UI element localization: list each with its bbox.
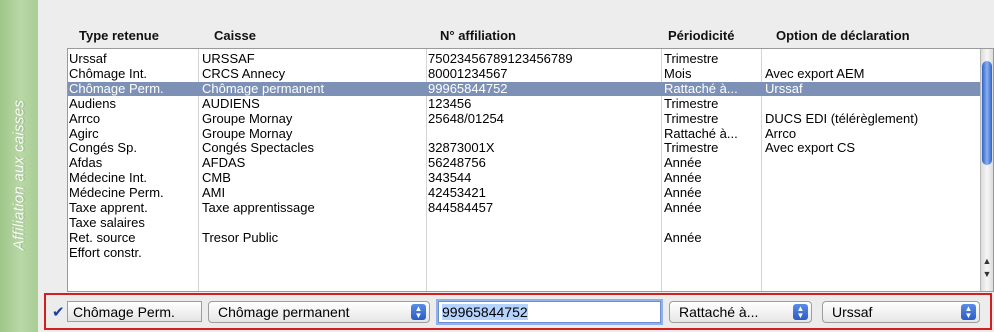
cell-periodicite: Année xyxy=(664,156,702,171)
cell-affiliation: 99965844752 xyxy=(428,81,508,96)
affiliation-panel: Type retenue Caisse N° affiliation Pério… xyxy=(38,0,994,332)
cell-periodicite: Rattaché à... xyxy=(664,126,738,141)
column-header-affiliation[interactable]: N° affiliation xyxy=(440,28,516,43)
stepper-arrows-icon: ▲ ▼ xyxy=(793,304,808,320)
cell-periodicite: Année xyxy=(664,171,702,186)
type-retenue-label: Chômage Perm. xyxy=(67,301,202,322)
cell-type: Congés Sp. xyxy=(69,141,137,156)
cell-affiliation: 343544 xyxy=(428,171,472,186)
cell-option: DUCS EDI (télérèglement) xyxy=(765,111,919,126)
option-popup-value: Urssaf xyxy=(832,304,873,320)
cell-periodicite: Année xyxy=(664,201,702,215)
cell-type: Médecine Int. xyxy=(69,171,148,186)
cell-caisse: Taxe apprentissage xyxy=(202,201,315,215)
table-row[interactable]: Agirc Groupe Mornay Rattaché à... Arrco xyxy=(68,127,980,141)
cell-caisse: CMB xyxy=(202,171,231,186)
table-row[interactable]: Médecine Perm. AMI 42453421 Année xyxy=(68,186,980,200)
cell-periodicite: Trimestre xyxy=(664,96,719,111)
cell-periodicite: Trimestre xyxy=(664,52,719,66)
table-row[interactable]: Arrco Groupe Mornay 25648/01254 Trimestre DU… xyxy=(68,112,980,126)
side-tab-affiliation[interactable]: Affiliation aux caisses xyxy=(0,0,39,332)
column-header-option[interactable]: Option de déclaration xyxy=(776,28,910,43)
cell-periodicite: Année xyxy=(664,230,702,245)
affiliation-input-value: 99965844752 xyxy=(442,304,528,320)
cell-caisse: AFDAS xyxy=(202,156,246,171)
table-header: Type retenue Caisse N° affiliation Pério… xyxy=(38,22,994,48)
table-row-selected[interactable]: Chômage Perm. Chômage permanent 9996584475… xyxy=(68,81,980,96)
cell-type: Taxe apprent. xyxy=(69,201,148,215)
table-row[interactable]: Audiens AUDIENS 123456 Trimestre xyxy=(68,97,980,111)
cell-type: Afdas xyxy=(69,156,103,171)
cell-affiliation: 123456 xyxy=(428,96,472,111)
cell-caisse: AUDIENS xyxy=(202,96,260,111)
checkmark-icon[interactable]: ✔ xyxy=(52,303,65,321)
cell-type: Effort constr. xyxy=(69,245,142,260)
scroll-down-arrow-icon[interactable]: ▼ xyxy=(982,269,992,279)
cell-type: Ret. source xyxy=(69,230,136,245)
table-row[interactable]: Taxe apprent. Taxe apprentissage 844584457… xyxy=(68,201,980,215)
cell-option: Arrco xyxy=(765,126,797,141)
option-popup[interactable]: Urssaf ▲ ▼ xyxy=(822,301,980,323)
table-row[interactable]: Médecine Int. CMB 343544 Année xyxy=(68,171,980,185)
cell-caisse: Groupe Mornay xyxy=(202,126,293,141)
cell-type: Médecine Perm. xyxy=(69,186,164,201)
cell-caisse: Groupe Mornay xyxy=(202,111,293,126)
cell-affiliation: 75023456789123456789 xyxy=(428,52,573,66)
table-row[interactable]: Taxe salaires xyxy=(68,216,980,230)
stepper-arrows-icon: ▲ ▼ xyxy=(411,304,426,320)
cell-affiliation: 42453421 xyxy=(428,186,486,201)
cell-periodicite: Trimestre xyxy=(664,111,719,126)
affiliation-table: Urssaf URSSAF 75023456789123456789 Trimestr… xyxy=(67,48,994,292)
cell-type: Urssaf xyxy=(69,52,107,66)
cell-caisse: URSSAF xyxy=(202,52,255,66)
table-row[interactable]: Effort constr. xyxy=(68,246,980,260)
table-row[interactable]: Urssaf URSSAF 75023456789123456789 Trimestr… xyxy=(68,52,980,66)
edit-row-bar: ✔ Chômage Perm. Chômage permanent ▲ ▼ 999… xyxy=(44,293,992,330)
cell-affiliation: 25648/01254 xyxy=(428,111,504,126)
stepper-arrows-icon: ▲ ▼ xyxy=(961,304,976,320)
scroll-up-arrow-icon[interactable]: ▲ xyxy=(982,256,992,266)
cell-type: Chômage Int. xyxy=(69,66,148,81)
cell-type: Chômage Perm. xyxy=(69,81,164,96)
cell-affiliation: 80001234567 xyxy=(428,66,508,81)
cell-periodicite: Année xyxy=(664,186,702,201)
table-row[interactable]: Ret. source Tresor Public Année xyxy=(68,231,980,245)
column-header-periodicite[interactable]: Périodicité xyxy=(668,28,734,43)
column-header-type[interactable]: Type retenue xyxy=(79,28,159,43)
cell-type: Arrco xyxy=(69,111,101,126)
affiliation-input[interactable]: 99965844752 xyxy=(438,301,661,323)
cell-caisse: Congés Spectacles xyxy=(202,141,315,156)
periodicite-popup[interactable]: Rattaché à... ▲ ▼ xyxy=(669,301,812,323)
cell-option: Avec export CS xyxy=(765,141,856,156)
column-header-caisse[interactable]: Caisse xyxy=(214,28,256,43)
cell-periodicite: Rattaché à... xyxy=(664,81,738,96)
cell-affiliation: 32873001X xyxy=(428,141,495,156)
cell-periodicite: Trimestre xyxy=(664,141,719,156)
cell-type: Audiens xyxy=(69,96,116,111)
cell-caisse: AMI xyxy=(202,186,226,201)
cell-affiliation: 844584457 xyxy=(428,201,494,215)
cell-option: Urssaf xyxy=(765,81,803,96)
cell-type: Taxe salaires xyxy=(69,215,145,230)
table-row[interactable]: Congés Sp. Congés Spectacles 32873001X Trim… xyxy=(68,141,980,155)
caisse-popup[interactable]: Chômage permanent ▲ ▼ xyxy=(208,301,430,323)
table-row[interactable]: Afdas AFDAS 56248756 Année xyxy=(68,156,980,170)
cell-caisse: Tresor Public xyxy=(202,230,279,245)
cell-periodicite: Mois xyxy=(664,66,692,81)
cell-type: Agirc xyxy=(69,126,99,141)
cell-caisse: Chômage permanent xyxy=(202,81,325,96)
scroll-thumb[interactable] xyxy=(982,61,992,165)
table-row[interactable]: Chômage Int. CRCS Annecy 80001234567 Mois Av… xyxy=(68,67,980,81)
cell-affiliation: 56248756 xyxy=(428,156,486,171)
cell-caisse: CRCS Annecy xyxy=(202,66,286,81)
caisse-popup-value: Chômage permanent xyxy=(218,304,350,320)
vertical-scrollbar[interactable]: ▲ ▼ xyxy=(980,49,993,291)
cell-option: Avec export AEM xyxy=(765,66,865,81)
periodicite-popup-value: Rattaché à... xyxy=(679,304,759,320)
side-tab-label: Affiliation aux caisses xyxy=(10,99,28,251)
